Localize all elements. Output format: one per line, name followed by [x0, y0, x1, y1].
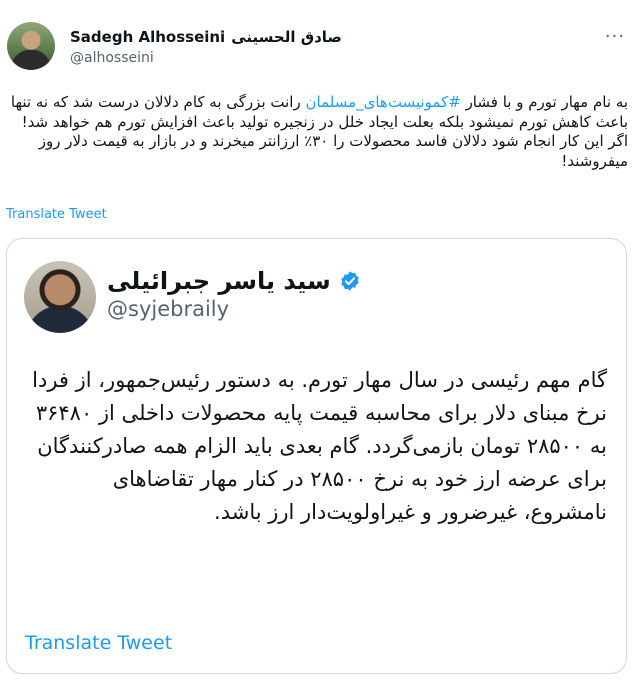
tweet-text-part: به نام مهار تورم و با فشار — [460, 93, 628, 111]
quoted-author-name[interactable]: سید یاسر جبرائیلی — [107, 267, 331, 295]
tweet-text-line2: اگر این کار انجام شود دلالان فاسد محصولا… — [38, 132, 628, 170]
quoted-tweet-card[interactable]: سید یاسر جبرائیلی @syjebraily گام مهم رئ… — [6, 238, 627, 674]
more-dots-icon[interactable]: ··· — [603, 24, 627, 48]
author-name-fa[interactable]: صادق الحسینی — [231, 28, 342, 46]
verified-badge-icon — [340, 271, 359, 291]
tweet-text: به نام مهار تورم و با فشار #کمونیست‌های_… — [5, 93, 628, 171]
author-handle[interactable]: @alhosseini — [70, 50, 154, 66]
tweet-header: Sadegh Alhosseini صادق الحسینی @alhossei… — [0, 0, 643, 84]
quoted-author-handle[interactable]: @syjebraily — [107, 297, 229, 321]
quoted-tweet-text: گام مهم رئیسی در سال مهار تورم. به دستور… — [32, 368, 607, 524]
quoted-translate-link[interactable]: Translate Tweet — [25, 632, 172, 654]
author-name[interactable]: Sadegh Alhosseini — [70, 28, 225, 46]
author-name-line[interactable]: Sadegh Alhosseini صادق الحسینی — [70, 27, 342, 47]
quoted-avatar[interactable] — [24, 261, 96, 333]
translate-tweet-link[interactable]: Translate Tweet — [6, 207, 107, 222]
avatar[interactable] — [7, 22, 55, 70]
hashtag-link[interactable]: #کمونیست‌های_مسلمان — [305, 93, 460, 111]
quoted-name-line[interactable]: سید یاسر جبرائیلی — [107, 267, 361, 295]
